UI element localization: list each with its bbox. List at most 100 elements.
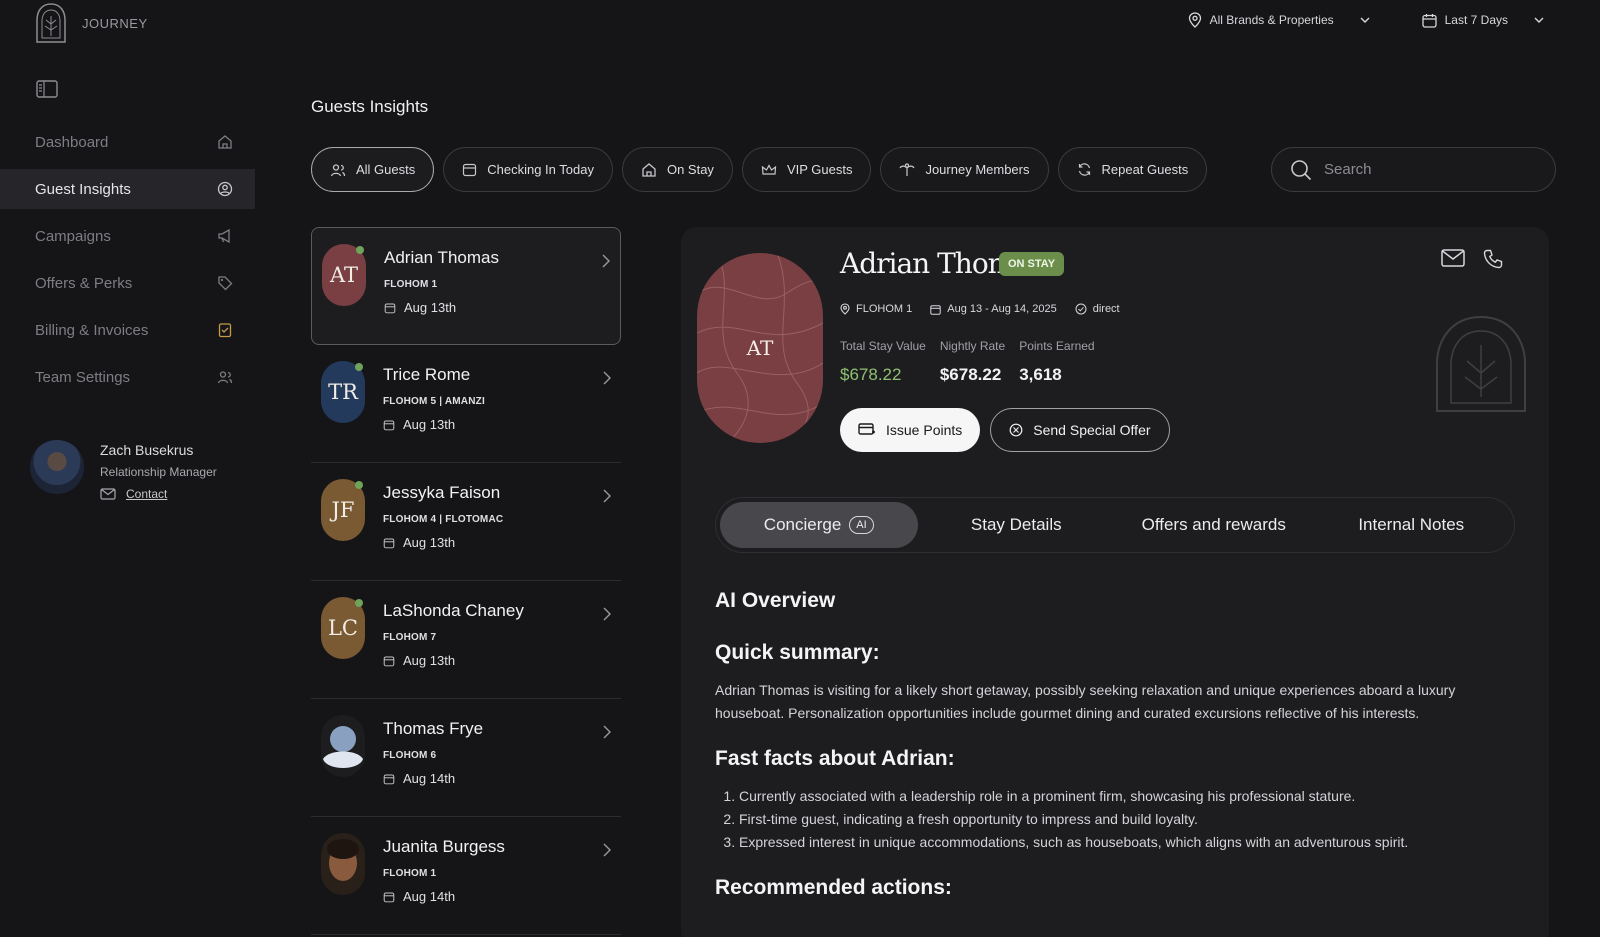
- filter-chip-all-guests[interactable]: All Guests: [311, 147, 435, 192]
- guest-initials: TR: [328, 380, 358, 404]
- tab-concierge[interactable]: Concierge AI: [720, 502, 918, 548]
- calendar-icon: [1421, 13, 1437, 28]
- guest-name: Trice Rome: [383, 365, 471, 384]
- sidebar-item-billing-invoices[interactable]: Billing & Invoices: [0, 310, 255, 350]
- send-special-offer-button[interactable]: Send Special Offer: [990, 408, 1170, 452]
- stay-stats: Total Stay Value $678.22 Nightly Rate $6…: [840, 339, 1095, 385]
- property-filter-label: All Brands & Properties: [1209, 13, 1334, 27]
- date-filter-label: Last 7 Days: [1444, 13, 1508, 27]
- guest-detail-initials: AT: [746, 336, 774, 360]
- tab-internal-notes[interactable]: Internal Notes: [1313, 502, 1511, 548]
- guest-property: FLOHOM 7: [383, 632, 437, 643]
- guest-property: FLOHOM 5 | AMANZI: [383, 396, 485, 407]
- chevron-right-icon: [603, 489, 611, 503]
- guest-list-item[interactable]: Thomas Frye FLOHOM 6 Aug 14th: [311, 699, 621, 817]
- guest-list-item[interactable]: AT Adrian Thomas FLOHOM 1 Aug 13th: [311, 227, 621, 345]
- sidebar-item-dashboard[interactable]: Dashboard: [0, 122, 255, 162]
- default-avatar-icon: [321, 715, 365, 777]
- guest-property: FLOHOM 1: [383, 868, 437, 879]
- guest-initials: LC: [327, 616, 358, 640]
- tab-label: Offers and rewards: [1141, 515, 1286, 534]
- stat-points-earned: Points Earned 3,618: [1019, 339, 1095, 384]
- check-circle-icon: [1075, 303, 1087, 315]
- ai-badge: AI: [849, 516, 874, 534]
- calendar-icon: [930, 304, 941, 315]
- page-title: Guests Insights: [311, 97, 429, 116]
- calendar-icon: [383, 891, 395, 903]
- tab-offers-and-rewards[interactable]: Offers and rewards: [1115, 502, 1313, 548]
- filter-chip-vip-guests[interactable]: VIP Guests: [741, 147, 872, 192]
- user-circle-icon: [217, 181, 233, 197]
- guest-avatar: TR: [321, 361, 365, 423]
- journey-watermark-icon: [1436, 315, 1526, 412]
- mail-icon[interactable]: [1441, 249, 1465, 267]
- sidebar-toggle-button[interactable]: [36, 80, 58, 103]
- sidebar-item-campaigns[interactable]: Campaigns: [0, 216, 255, 256]
- guest-list-item[interactable]: JF Jessyka Faison FLOHOM 4 | FLOTOMAC Aug 1…: [311, 463, 621, 581]
- phone-icon[interactable]: [1483, 249, 1503, 269]
- guest-list-item[interactable]: TR Trice Rome FLOHOM 5 | AMANZI Aug 13th: [311, 345, 621, 463]
- sidebar-item-label: Team Settings: [35, 368, 131, 386]
- contact-link[interactable]: Contact: [100, 487, 217, 501]
- guest-avatar: JF: [321, 479, 365, 541]
- brand-logo[interactable]: JOURNEY: [34, 2, 148, 44]
- guest-avatar: AT: [322, 244, 366, 306]
- tab-label: Internal Notes: [1358, 515, 1465, 534]
- invoice-icon: [217, 322, 233, 338]
- status-badge: ON STAY: [999, 252, 1065, 276]
- filter-chip-journey-members[interactable]: Journey Members: [880, 147, 1049, 192]
- search-box[interactable]: [1271, 147, 1556, 192]
- guest-date-row: Aug 14th: [383, 889, 609, 904]
- guest-date-row: Aug 13th: [383, 653, 609, 668]
- tab-stay-details[interactable]: Stay Details: [918, 502, 1116, 548]
- guest-avatar: [321, 833, 365, 895]
- map-pin-icon: [840, 303, 850, 315]
- guest-date: Aug 13th: [403, 417, 456, 432]
- search-input[interactable]: [1324, 161, 1524, 178]
- stay-property: FLOHOM 1: [840, 303, 912, 315]
- sidebar-item-label: Campaigns: [35, 227, 111, 245]
- account-manager-card: Zach Busekrus Relationship Manager Conta…: [30, 440, 217, 501]
- team-icon: [217, 369, 233, 385]
- guest-name: Thomas Frye: [383, 719, 484, 738]
- booking-channel: direct: [1075, 303, 1120, 315]
- tab-label: Stay Details: [970, 515, 1062, 534]
- fact-item: Expressed interest in unique accommodati…: [739, 831, 1495, 854]
- property-filter-dropdown[interactable]: All Brands & Properties: [1188, 12, 1370, 28]
- filter-chip-label: All Guests: [356, 162, 416, 177]
- guest-date-row: Aug 13th: [383, 417, 609, 432]
- chevron-right-icon: [603, 607, 611, 621]
- guest-list-item[interactable]: Juanita Burgess FLOHOM 1 Aug 14th: [311, 817, 621, 935]
- brand-name: JOURNEY: [82, 15, 148, 31]
- home-icon: [641, 162, 657, 178]
- filter-chip-repeat-guests[interactable]: Repeat Guests: [1057, 147, 1208, 192]
- filter-chip-checking-in-today[interactable]: Checking In Today: [443, 147, 613, 192]
- map-pin-icon: [1188, 12, 1201, 28]
- fact-item: Currently associated with a leadership r…: [739, 785, 1495, 808]
- sidebar-nav: Dashboard Guest Insights Campaigns Offers &…: [0, 122, 255, 404]
- calendar-icon: [383, 773, 395, 785]
- sidebar-item-label: Guest Insights: [35, 180, 131, 198]
- sidebar-item-guest-insights[interactable]: Guest Insights: [0, 169, 255, 209]
- guest-initials: JF: [331, 498, 355, 522]
- contact-label: Contact: [126, 487, 168, 501]
- stay-meta: FLOHOM 1 Aug 13 - Aug 14, 2025 direct: [840, 303, 1120, 315]
- guest-detail-panel: AT Adrian Thomas ON STAY FLOHOM 1 Aug 13…: [681, 227, 1549, 937]
- offer-icon: [1009, 423, 1023, 437]
- sidebar-item-label: Dashboard: [35, 133, 109, 151]
- refresh-icon: [1077, 162, 1092, 177]
- date-filter-dropdown[interactable]: Last 7 Days: [1421, 13, 1544, 28]
- guest-photo-icon: [321, 833, 365, 895]
- chevron-right-icon: [603, 725, 611, 739]
- guest-list-item[interactable]: LC LaShonda Chaney FLOHOM 7 Aug 13th: [311, 581, 621, 699]
- sidebar-item-team-settings[interactable]: Team Settings: [0, 357, 255, 397]
- guest-date-row: Aug 13th: [384, 300, 608, 315]
- filter-chip-label: On Stay: [666, 162, 714, 177]
- stay-dates: Aug 13 - Aug 14, 2025: [930, 303, 1057, 315]
- tag-icon: [217, 275, 233, 291]
- fast-facts-list: Currently associated with a leadership r…: [715, 785, 1495, 854]
- filter-chip-on-stay[interactable]: On Stay: [621, 147, 733, 192]
- issue-points-button[interactable]: Issue Points: [840, 408, 981, 452]
- sidebar-item-offers-perks[interactable]: Offers & Perks: [0, 263, 255, 303]
- sidebar-panel-icon: [36, 80, 58, 98]
